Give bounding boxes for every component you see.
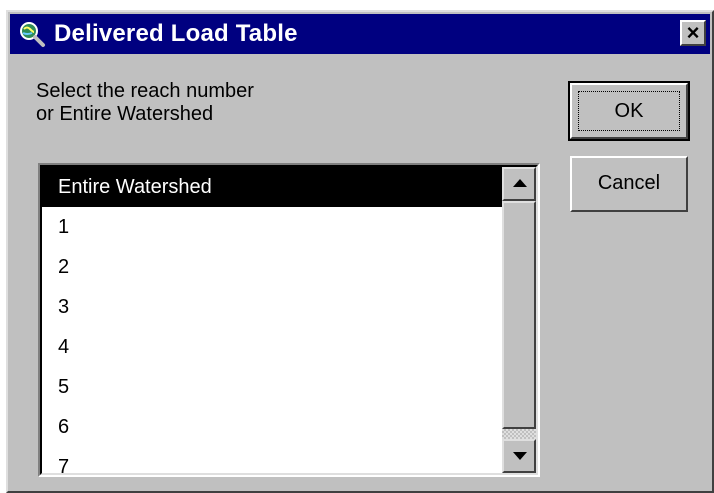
globe-magnifier-icon	[20, 22, 45, 47]
arrow-up-icon	[513, 179, 527, 187]
arrow-down-icon	[513, 452, 527, 460]
list-item[interactable]: 4	[42, 327, 502, 367]
list-item-entire-watershed[interactable]: Entire Watershed	[42, 167, 502, 207]
ok-button[interactable]: OK	[568, 81, 690, 141]
ok-label: OK	[614, 100, 644, 122]
listbox-frame: Entire Watershed 1 2 3 4 5 6 7	[40, 165, 538, 475]
list-item[interactable]: 6	[42, 407, 502, 447]
scrollbar-thumb[interactable]	[502, 201, 536, 429]
scroll-up-button[interactable]	[502, 167, 536, 201]
instruction-line-1: Select the reach number	[36, 80, 254, 102]
reach-listbox[interactable]: Entire Watershed 1 2 3 4 5 6 7	[38, 163, 540, 477]
list-item[interactable]: 7	[42, 447, 502, 475]
title-bar[interactable]: Delivered Load Table ×	[10, 14, 710, 54]
list-item[interactable]: 1	[42, 207, 502, 247]
list-item[interactable]: 5	[42, 367, 502, 407]
dialog-window: Delivered Load Table × Select the reach …	[6, 10, 714, 493]
ok-focus-rect: OK	[578, 91, 680, 131]
scroll-down-button[interactable]	[502, 439, 536, 473]
list-item[interactable]: 2	[42, 247, 502, 287]
instruction-text: Select the reach number or Entire Waters…	[36, 80, 336, 126]
scrollbar-track[interactable]	[502, 429, 536, 439]
instruction-line-2: or Entire Watershed	[36, 103, 214, 125]
close-icon: ×	[686, 20, 700, 45]
list-item[interactable]: 3	[42, 287, 502, 327]
listbox-items: Entire Watershed 1 2 3 4 5 6 7	[42, 167, 502, 475]
cancel-label: Cancel	[597, 172, 661, 194]
close-button[interactable]: ×	[680, 20, 706, 46]
vertical-scrollbar[interactable]	[502, 167, 536, 473]
cancel-button[interactable]: Cancel	[570, 156, 688, 212]
window-title: Delivered Load Table	[54, 20, 298, 47]
